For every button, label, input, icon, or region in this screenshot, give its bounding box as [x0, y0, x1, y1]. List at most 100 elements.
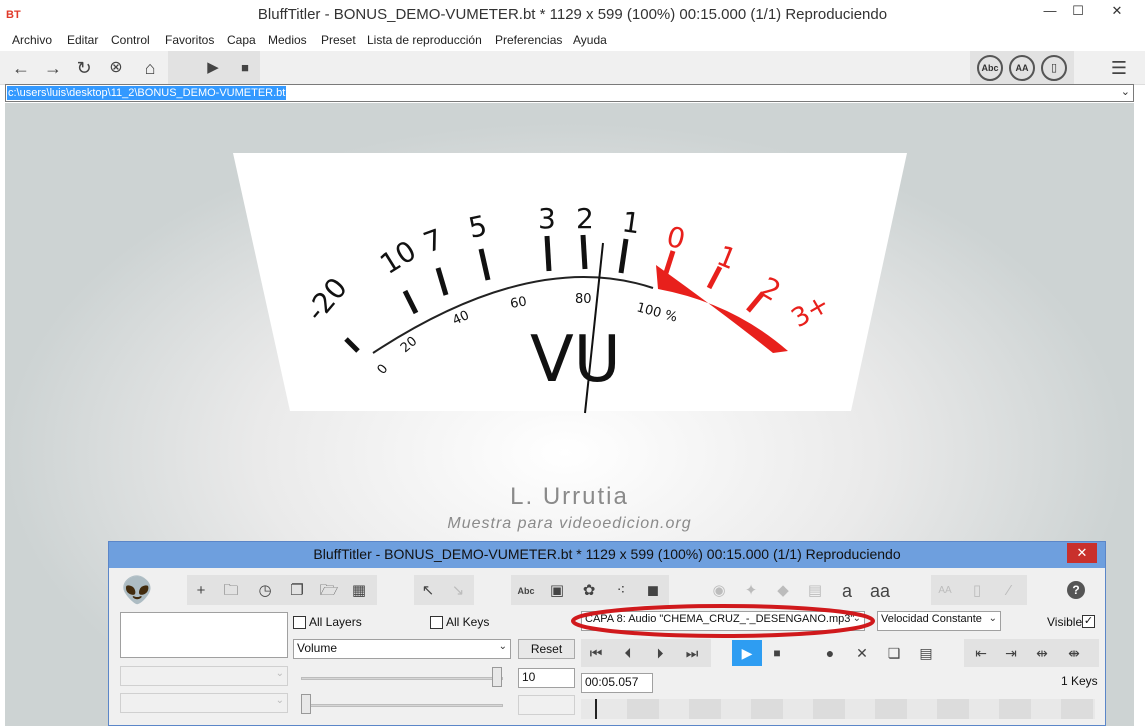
first-frame-icon[interactable]: ⏮ — [585, 642, 607, 664]
key-split-icon[interactable]: ⇼ — [1063, 642, 1085, 664]
all-layers-label: All Layers — [309, 615, 362, 629]
disabled-tools-group: AA ▯ ⁄ — [931, 575, 1027, 605]
menu-favoritos[interactable]: Favoritos — [165, 33, 214, 47]
aa-disabled-icon: AA — [938, 585, 952, 596]
visible-checkbox[interactable]: ✓ — [1082, 615, 1095, 628]
wand-disabled-icon: ⁄ — [1007, 582, 1011, 599]
layer-thumbnail — [120, 612, 288, 658]
book-icon[interactable]: ▯ — [1041, 55, 1067, 81]
menu-editar[interactable]: Editar — [67, 33, 98, 47]
close-button[interactable]: ✕ — [1092, 0, 1142, 22]
home-icon[interactable]: ⌂ — [139, 57, 161, 79]
value-input[interactable]: 10 — [518, 668, 575, 688]
subtitle-text: Muestra para videoedicion.org — [447, 515, 692, 532]
left-dropdown-2[interactable]: ⌄ — [120, 693, 288, 713]
highlight-ellipse — [571, 604, 875, 638]
export-folder-icon[interactable]: 🗁 — [319, 581, 339, 601]
menu-control[interactable]: Control — [111, 33, 150, 47]
forward-icon[interactable]: → — [42, 57, 64, 79]
prev-frame-icon[interactable]: ⏴ — [617, 642, 639, 664]
arrow-up-left-icon[interactable]: ↖ — [418, 581, 438, 601]
layer-tools-group: + 🗀 ◷ ❐ 🗁 ▦ — [187, 575, 377, 605]
add-layer-icon[interactable]: + — [191, 581, 211, 601]
timeline-block — [875, 699, 907, 719]
file-path-bar[interactable]: c:\users\luis\desktop\11_2\BONUS_DEMO-VU… — [5, 84, 1134, 102]
paste-key-icon[interactable]: ▤ — [915, 642, 937, 664]
scale-label-2: 2 — [576, 202, 594, 235]
timeline-cursor[interactable] — [595, 699, 597, 719]
value-slider-1-track[interactable] — [301, 677, 503, 680]
pct-label-60: 60 — [509, 294, 528, 312]
timeline-block — [813, 699, 845, 719]
next-frame-icon[interactable]: ⏵ — [649, 642, 671, 664]
layers-icon[interactable]: ❐ — [287, 581, 307, 601]
value-slider-2-thumb[interactable] — [301, 694, 311, 714]
time-input[interactable]: 00:05.057 — [581, 673, 653, 693]
timeline-block — [751, 699, 783, 719]
author-text: L. Urrutia — [510, 483, 629, 510]
timeline-block — [627, 699, 659, 719]
refresh-icon[interactable]: ↻ — [73, 57, 95, 79]
record-key-icon[interactable]: ● — [819, 642, 841, 664]
key-expand-icon[interactable]: ⇹ — [1031, 642, 1053, 664]
speed-select[interactable]: Velocidad Constante ⌄ — [877, 611, 1001, 631]
value-slider-2-track[interactable] — [301, 704, 503, 707]
abc-icon[interactable]: Abc — [513, 581, 539, 601]
menu-ayuda[interactable]: Ayuda — [573, 33, 607, 47]
help-icon[interactable]: ? — [1067, 581, 1085, 599]
back-icon[interactable]: ← — [10, 57, 32, 79]
key-next-icon[interactable]: ⇥ — [1000, 642, 1022, 664]
file-path-input[interactable]: c:\users\luis\desktop\11_2\BONUS_DEMO-VU… — [7, 86, 287, 100]
all-keys-label: All Keys — [446, 615, 490, 629]
property-select[interactable]: Volume ⌄ — [293, 639, 511, 659]
panel-title-bar: BluffTitler - BONUS_DEMO-VUMETER.bt * 11… — [109, 542, 1105, 568]
stop-icon[interactable]: ■ — [766, 642, 788, 664]
visible-label: Visible — [1047, 615, 1083, 629]
last-frame-icon[interactable]: ⏭ — [681, 642, 703, 664]
reset-button[interactable]: Reset — [518, 639, 575, 659]
maximize-button[interactable]: ☐ — [1064, 0, 1092, 22]
all-layers-checkbox[interactable] — [293, 616, 306, 629]
menu-capa[interactable]: Capa — [227, 33, 256, 47]
abc-icon[interactable]: Abc — [977, 55, 1003, 81]
copy-key-icon[interactable]: ❏ — [883, 642, 905, 664]
timeline-block — [937, 699, 969, 719]
chevron-down-icon[interactable]: ⌄ — [1121, 85, 1130, 98]
timeline-block — [1061, 699, 1093, 719]
title-bar: BT BluffTitler - BONUS_DEMO-VUMETER.bt *… — [0, 0, 1145, 31]
alien-logo-icon: 👽 — [121, 575, 154, 605]
keys-count: 1 Keys — [1061, 674, 1098, 688]
import-folder-icon[interactable]: 🗀 — [221, 581, 241, 601]
pointer-tools-group: ↖ ↘ — [414, 575, 474, 605]
minimize-button[interactable]: — — [1036, 0, 1064, 22]
book-disabled-icon: ▯ — [972, 582, 982, 599]
panel-close-button[interactable]: ✕ — [1067, 543, 1097, 563]
timeline-block — [999, 699, 1031, 719]
all-keys-checkbox[interactable] — [430, 616, 443, 629]
play-icon[interactable]: ▶ — [202, 57, 224, 79]
vu-meter-graphic: -20 10 7 5 3 2 1 0 1 2 3+ 0 20 40 60 80 … — [233, 153, 907, 414]
pct-label-80: 80 — [575, 292, 592, 307]
menu-icon[interactable]: ☰ — [1108, 57, 1130, 79]
value-slider-1-thumb[interactable] — [492, 667, 502, 687]
delete-key-icon[interactable]: ✕ — [851, 642, 873, 664]
play-icon[interactable]: ▶ — [732, 640, 762, 666]
arrow-down-right-icon[interactable]: ↘ — [448, 581, 468, 601]
aa-icon[interactable]: AA — [1009, 55, 1035, 81]
panel-title: BluffTitler - BONUS_DEMO-VUMETER.bt * 11… — [313, 546, 901, 562]
menu-medios[interactable]: Medios — [268, 33, 307, 47]
menu-archivo[interactable]: Archivo — [12, 33, 52, 47]
left-dropdown-1[interactable]: ⌄ — [120, 666, 288, 686]
clock-icon[interactable]: ◷ — [255, 581, 275, 601]
menu-lista-reproduccion[interactable]: Lista de reproducción — [367, 33, 482, 47]
menu-preset[interactable]: Preset — [321, 33, 356, 47]
key-first-icon[interactable]: ⇤ — [970, 642, 992, 664]
menu-preferencias[interactable]: Preferencias — [495, 33, 562, 47]
stop-icon[interactable]: ■ — [234, 57, 256, 79]
picture-icon[interactable]: ▣ — [547, 581, 567, 601]
film-icon[interactable]: ▦ — [349, 581, 369, 601]
timeline-block — [689, 699, 721, 719]
stop-load-icon[interactable]: ⊗ — [105, 57, 127, 79]
scale-label-3: 3 — [538, 202, 556, 235]
value-input-2[interactable] — [518, 695, 575, 715]
